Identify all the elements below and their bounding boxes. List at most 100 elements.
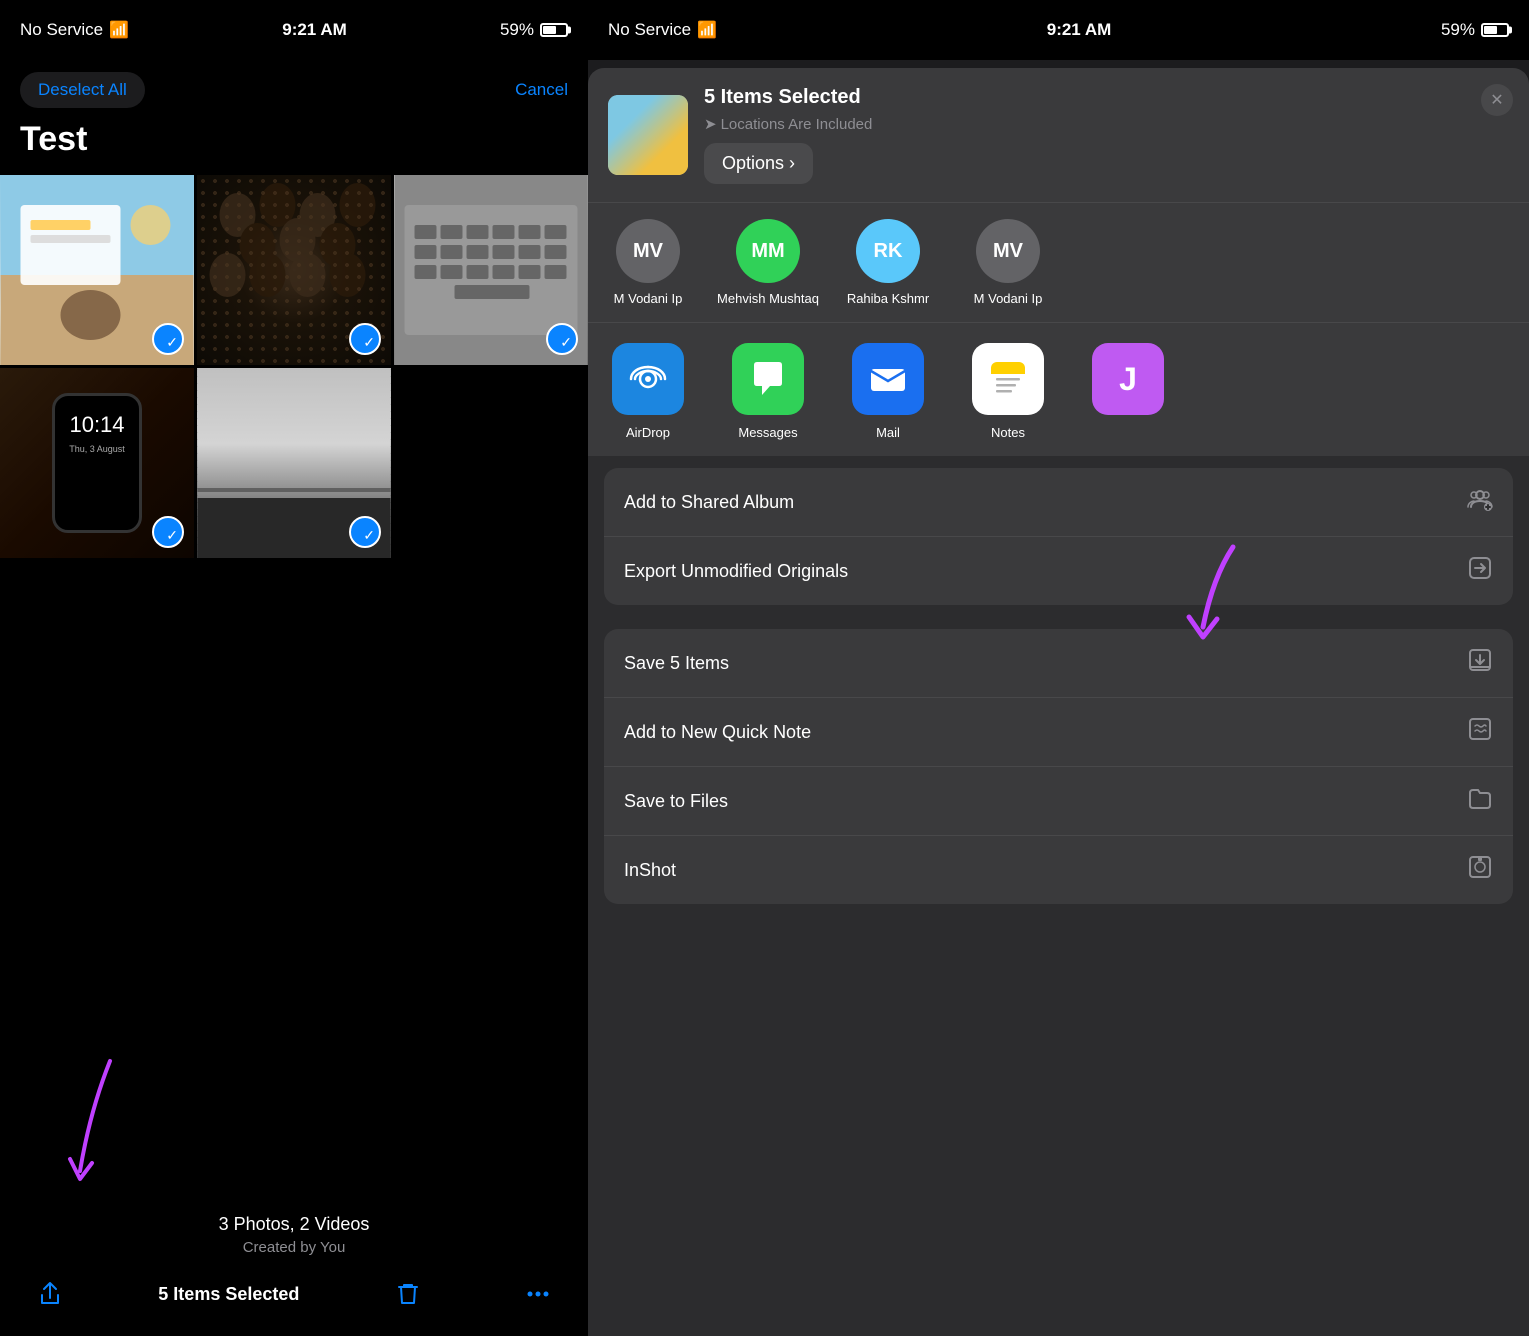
- right-panel: No Service 📶 9:21 AM 59% 5 Items Selecte…: [588, 0, 1529, 1336]
- top-bar: Deselect All Cancel: [0, 60, 588, 120]
- export-icon: [1467, 555, 1493, 587]
- photo-cell-5[interactable]: ✓: [197, 368, 391, 558]
- check-icon-2: ✓: [363, 335, 375, 349]
- share-info: 5 Items Selected ➤ Locations Are Include…: [704, 86, 1509, 184]
- photo-grid: ✓: [0, 175, 588, 558]
- photo-cell-2[interactable]: ✓: [197, 175, 391, 365]
- right-no-service-text: No Service: [608, 20, 691, 40]
- battery-percent: 59%: [500, 20, 534, 40]
- save-5-items-label: Save 5 Items: [624, 653, 729, 674]
- left-status-right: 59%: [500, 20, 568, 40]
- left-panel: No Service 📶 9:21 AM 59% Deselect All Ca…: [0, 0, 588, 1336]
- right-status-right: 59%: [1441, 20, 1509, 40]
- check-icon-1: ✓: [166, 335, 178, 349]
- right-status-time: 9:21 AM: [1047, 20, 1112, 40]
- share-title: 5 Items Selected: [704, 86, 1509, 109]
- inshot-item[interactable]: InShot: [604, 836, 1513, 904]
- action-list: Add to Shared Album: [588, 468, 1529, 1336]
- right-battery-percent: 59%: [1441, 20, 1475, 40]
- contact-avatar-1: MV: [616, 219, 680, 283]
- cancel-button[interactable]: Cancel: [515, 80, 568, 100]
- inshot-label: InShot: [624, 860, 676, 881]
- share-subtitle-text: Locations Are Included: [721, 116, 873, 133]
- contact-initials-2: MM: [751, 240, 784, 263]
- apps-row: AirDrop Messages Mail: [588, 322, 1529, 456]
- contact-item-2[interactable]: MM Mehvish Mushtaq: [708, 219, 828, 306]
- add-shared-album-label: Add to Shared Album: [624, 492, 794, 513]
- check-icon-5: ✓: [363, 528, 375, 542]
- bottom-section: 3 Photos, 2 Videos Created by You 5 Item…: [0, 558, 588, 1336]
- close-button[interactable]: ✕: [1481, 84, 1513, 116]
- messages-label: Messages: [738, 425, 797, 440]
- deselect-all-button[interactable]: Deselect All: [20, 72, 145, 108]
- phone-date: Thu, 3 August: [69, 444, 125, 454]
- notes-icon: [972, 343, 1044, 415]
- export-originals-item[interactable]: Export Unmodified Originals: [604, 537, 1513, 605]
- right-battery-icon: [1481, 23, 1509, 37]
- share-header: 5 Items Selected ➤ Locations Are Include…: [588, 68, 1529, 202]
- save-icon: [1467, 647, 1493, 679]
- more-button[interactable]: [516, 1272, 560, 1316]
- photo-cell-1[interactable]: ✓: [0, 175, 194, 365]
- contacts-row: MV M Vodani Ip MM Mehvish Mushtaq RK Rah…: [588, 202, 1529, 322]
- save-to-files-item[interactable]: Save to Files: [604, 767, 1513, 836]
- contact-initials-1: MV: [633, 240, 663, 263]
- page-title: Test: [0, 120, 588, 175]
- contact-name-4: M Vodani Ip: [974, 291, 1043, 306]
- phone-time: 10:14: [69, 412, 124, 438]
- options-button[interactable]: Options ›: [704, 143, 813, 184]
- files-icon: [1467, 785, 1493, 817]
- share-button[interactable]: [28, 1272, 72, 1316]
- bottom-toolbar: 5 Items Selected: [0, 1272, 588, 1316]
- check-icon-4: ✓: [166, 528, 178, 542]
- mail-label: Mail: [876, 425, 900, 440]
- contact-name-1: M Vodani Ip: [614, 291, 683, 306]
- contact-item-1[interactable]: MV M Vodani Ip: [588, 219, 708, 306]
- album-info: 3 Photos, 2 Videos Created by You: [0, 1214, 588, 1256]
- app-airdrop[interactable]: AirDrop: [588, 343, 708, 440]
- contact-avatar-4: MV: [976, 219, 1040, 283]
- inshot-icon: [1467, 854, 1493, 886]
- no-service-text: No Service: [20, 20, 103, 40]
- photo-cell-4[interactable]: 10:14 Thu, 3 August ✓: [0, 368, 194, 558]
- share-subtitle: ➤ Locations Are Included: [704, 115, 1509, 133]
- contact-initials-3: RK: [874, 240, 903, 263]
- contact-item-4[interactable]: MV M Vodani Ip: [948, 219, 1068, 306]
- add-quick-note-label: Add to New Quick Note: [624, 722, 811, 743]
- left-status-left: No Service 📶: [20, 20, 129, 40]
- contact-name-2: Mehvish Mushtaq: [717, 291, 819, 306]
- contact-avatar-2: MM: [736, 219, 800, 283]
- export-originals-label: Export Unmodified Originals: [624, 561, 848, 582]
- action-group-2: Save 5 Items Add to New Quick Note: [604, 629, 1513, 904]
- contact-avatar-3: RK: [856, 219, 920, 283]
- j-icon: J: [1092, 343, 1164, 415]
- wifi-icon: 📶: [109, 20, 129, 40]
- album-title: 3 Photos, 2 Videos: [0, 1214, 588, 1235]
- app-mail[interactable]: Mail: [828, 343, 948, 440]
- phone-screen: 10:14 Thu, 3 August: [52, 393, 142, 533]
- contact-initials-4: MV: [993, 240, 1023, 263]
- action-group-1: Add to Shared Album: [604, 468, 1513, 605]
- photo-cell-3[interactable]: ✓: [394, 175, 588, 365]
- mail-icon: [852, 343, 924, 415]
- right-wifi-icon: 📶: [697, 20, 717, 40]
- album-subtitle: Created by You: [0, 1239, 588, 1256]
- airdrop-icon: [612, 343, 684, 415]
- left-status-bar: No Service 📶 9:21 AM 59%: [0, 0, 588, 60]
- delete-button[interactable]: [386, 1272, 430, 1316]
- arrow-annotation: [40, 1051, 140, 1196]
- app-notes[interactable]: Notes: [948, 343, 1068, 440]
- notes-label: Notes: [991, 425, 1025, 440]
- messages-icon: [732, 343, 804, 415]
- contact-name-3: Rahiba Kshmr: [847, 291, 929, 306]
- airdrop-label: AirDrop: [626, 425, 670, 440]
- add-shared-album-item[interactable]: Add to Shared Album: [604, 468, 1513, 537]
- add-quick-note-item[interactable]: Add to New Quick Note: [604, 698, 1513, 767]
- app-messages[interactable]: Messages: [708, 343, 828, 440]
- contact-item-3[interactable]: RK Rahiba Kshmr: [828, 219, 948, 306]
- save-5-items-item[interactable]: Save 5 Items: [604, 629, 1513, 698]
- app-j[interactable]: J: [1068, 343, 1188, 425]
- left-status-time: 9:21 AM: [282, 20, 347, 40]
- quick-note-icon: [1467, 716, 1493, 748]
- save-to-files-label: Save to Files: [624, 791, 728, 812]
